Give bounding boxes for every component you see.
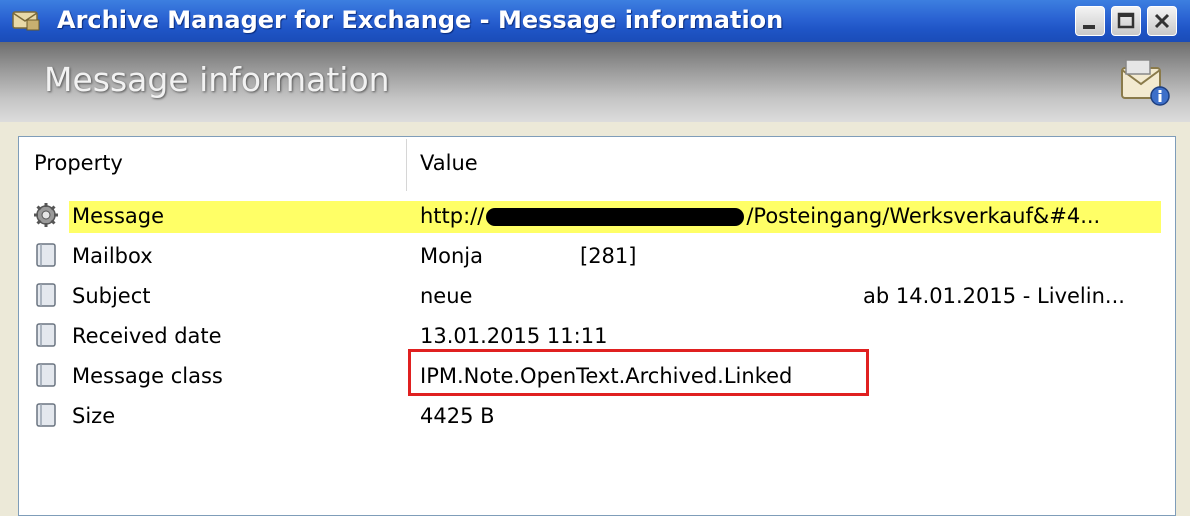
page-icon	[33, 282, 59, 308]
message-info-icon	[1116, 58, 1174, 108]
minimize-button[interactable]	[1075, 6, 1105, 36]
property-name: Subject	[72, 284, 151, 308]
property-value[interactable]: 4425 B	[420, 401, 495, 431]
gear-icon	[33, 202, 59, 228]
maximize-button[interactable]	[1111, 6, 1141, 36]
page-icon	[33, 362, 59, 388]
property-name: Received date	[72, 324, 222, 348]
property-name: Message	[72, 204, 165, 228]
minimize-icon	[1083, 25, 1095, 29]
page-icon	[33, 242, 59, 268]
column-header-value[interactable]: Value	[420, 151, 478, 175]
value-text: [281]	[580, 244, 637, 268]
property-value[interactable]: neue ab 14.01.2015 - Livelin...	[420, 281, 1125, 311]
page-icon	[33, 402, 59, 428]
envelope-archive-icon	[11, 8, 41, 32]
window-title: Archive Manager for Exchange - Message i…	[57, 6, 784, 34]
table-row[interactable]: Mailbox Monja [281]	[19, 235, 1175, 275]
value-text: /Posteingang/Werksverkauf&#4...	[746, 204, 1101, 228]
window-titlebar[interactable]: Archive Manager for Exchange - Message i…	[0, 0, 1190, 42]
property-value[interactable]: http:// /Posteingang/Werksverkauf&#4...	[420, 201, 1100, 231]
value-text: http://	[420, 204, 485, 228]
value-text: neue	[420, 284, 473, 308]
property-name: Message class	[72, 364, 223, 388]
close-icon	[1154, 13, 1170, 29]
value-text: ab 14.01.2015 - Livelin...	[863, 284, 1125, 308]
close-button[interactable]	[1147, 6, 1177, 36]
table-row[interactable]: Size 4425 B	[19, 395, 1175, 435]
property-value[interactable]: 13.01.2015 11:11	[420, 321, 607, 351]
callout-box	[408, 349, 869, 396]
property-list[interactable]: Property Value Message http:// /Posteinga…	[18, 136, 1176, 516]
property-value[interactable]: Monja [281]	[420, 241, 636, 271]
property-name: Mailbox	[72, 244, 153, 268]
property-name: Size	[72, 404, 116, 428]
table-row[interactable]: Message http:// /Posteingang/Werksverkauf…	[19, 195, 1175, 235]
page-title: Message information	[44, 60, 390, 99]
value-text: Monja	[420, 244, 483, 268]
redaction-mark	[486, 208, 745, 226]
table-row[interactable]: Subject neue ab 14.01.2015 - Livelin...	[19, 275, 1175, 315]
page-icon	[33, 322, 59, 348]
maximize-icon	[1117, 12, 1135, 29]
column-header-property[interactable]: Property	[34, 151, 123, 175]
column-divider[interactable]	[406, 139, 407, 191]
